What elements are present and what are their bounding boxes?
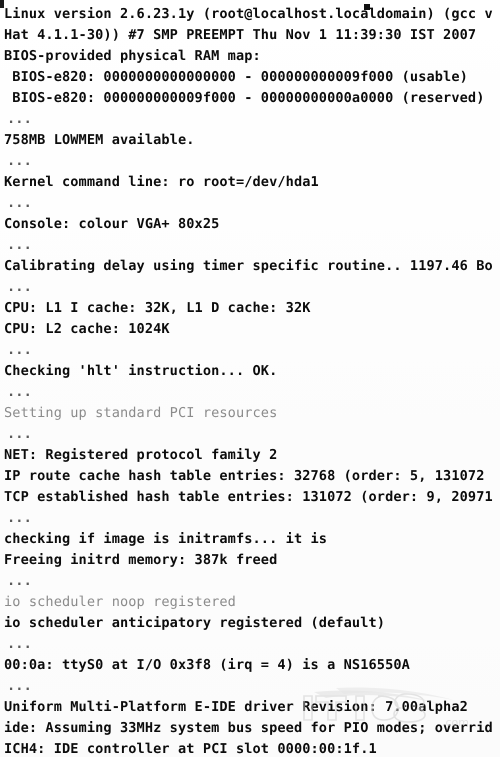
log-line: Freeing initrd memory: 387k freed bbox=[4, 552, 278, 568]
log-line: TCP established hash table entries: 1310… bbox=[4, 489, 493, 505]
log-line: NET: Registered protocol family 2 bbox=[4, 447, 278, 463]
log-line: BIOS-e820: 000000000009f000 - 0000000000… bbox=[4, 90, 485, 106]
log-line: ... bbox=[7, 573, 32, 589]
log-line: ... bbox=[7, 510, 32, 526]
boot-console: Linux version 2.6.23.1y (root@localhost.… bbox=[0, 0, 500, 757]
log-line: Setting up standard PCI resources bbox=[4, 405, 278, 421]
log-line: ... bbox=[7, 636, 32, 652]
log-line: CPU: L2 cache: 1024K bbox=[4, 321, 170, 337]
log-line: ICH4: IDE controller at PCI slot 0000:00… bbox=[4, 741, 377, 757]
log-line: CPU: L1 I cache: 32K, L1 D cache: 32K bbox=[4, 300, 311, 316]
log-line: 758MB LOWMEM available. bbox=[4, 132, 195, 148]
log-line: io scheduler anticipatory registered (de… bbox=[4, 615, 386, 631]
log-line: ... bbox=[7, 279, 32, 295]
log-line: ... bbox=[7, 111, 32, 127]
log-line: Hat 4.1.1-30)) #7 SMP PREEMPT Thu Nov 1 … bbox=[4, 27, 477, 43]
log-line: BIOS-e820: 0000000000000000 - 0000000000… bbox=[4, 69, 468, 85]
log-line: ... bbox=[7, 342, 32, 358]
log-line: checking if image is initramfs... it is bbox=[4, 531, 328, 547]
log-line: io scheduler noop registered bbox=[4, 594, 236, 610]
log-line: Linux version 2.6.23.1y (root@localhost.… bbox=[4, 6, 493, 22]
log-line: 00:0a: ttyS0 at I/O 0x3f8 (irq = 4) is a… bbox=[4, 657, 410, 673]
log-line: Uniform Multi-Platform E-IDE driver Revi… bbox=[4, 699, 468, 715]
log-line: ... bbox=[7, 195, 32, 211]
log-line: IP route cache hash table entries: 32768… bbox=[4, 468, 485, 484]
log-line: ... bbox=[7, 237, 32, 253]
log-line: BIOS-provided physical RAM map: bbox=[4, 48, 261, 64]
log-line: ... bbox=[7, 426, 32, 442]
log-line: ... bbox=[7, 384, 32, 400]
log-line: ... bbox=[7, 153, 32, 169]
log-line: Console: colour VGA+ 80x25 bbox=[4, 216, 220, 232]
log-line: Checking 'hlt' instruction... OK. bbox=[4, 363, 278, 379]
log-line: ide: Assuming 33MHz system bus speed for… bbox=[4, 720, 493, 736]
log-line: Kernel command line: ro root=/dev/hda1 bbox=[4, 174, 319, 190]
log-line: Calibrating delay using timer specific r… bbox=[4, 258, 493, 274]
log-line: ... bbox=[7, 678, 32, 694]
kernel-log-output: Linux version 2.6.23.1y (root@localhost.… bbox=[0, 4, 500, 757]
